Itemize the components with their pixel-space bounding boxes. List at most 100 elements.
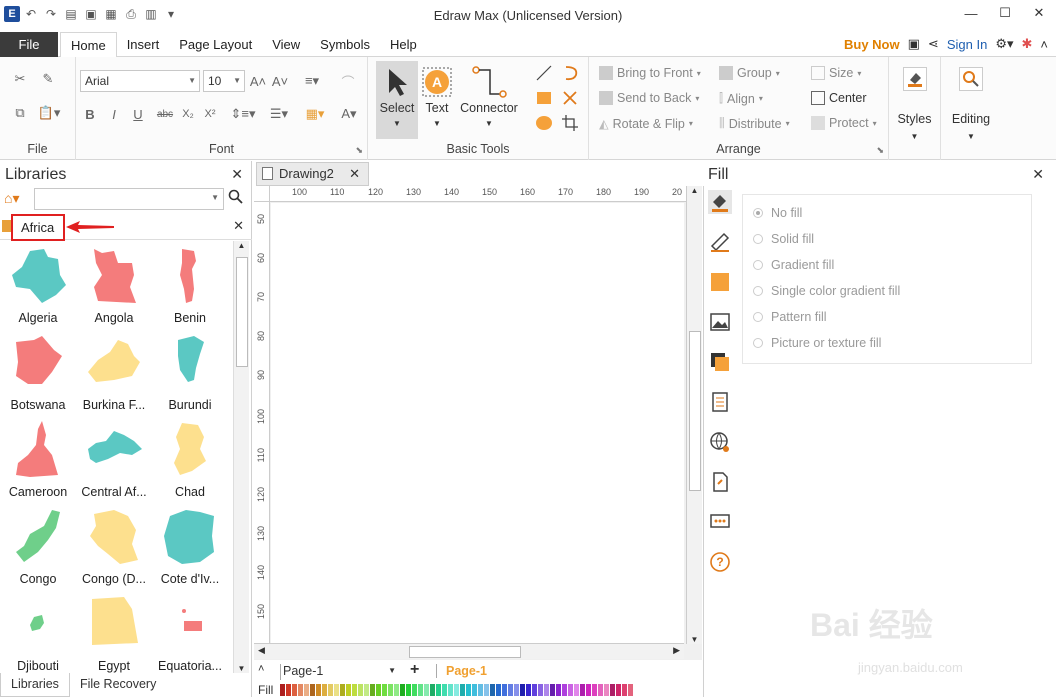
file-menu-button[interactable]: File	[0, 32, 58, 57]
theme-icon[interactable]: ✱	[1022, 36, 1033, 52]
color-swatch[interactable]	[286, 684, 291, 696]
color-swatch[interactable]	[544, 684, 549, 696]
scroll-up-icon[interactable]: ▲	[234, 241, 249, 250]
color-swatch[interactable]	[292, 684, 297, 696]
library-category-close-icon[interactable]: ✕	[233, 218, 244, 234]
canvas-horizontal-scrollbar[interactable]: ◀ ▶	[254, 643, 684, 659]
color-swatch[interactable]	[550, 684, 555, 696]
size-button[interactable]: Size ▾	[811, 66, 861, 80]
underline-icon[interactable]: U	[130, 104, 146, 124]
shape-cote-divoire[interactable]: Cote d'Iv...	[152, 502, 228, 589]
color-swatch[interactable]	[430, 684, 435, 696]
color-swatch[interactable]	[406, 684, 411, 696]
fill-option-picture[interactable]: Picture or texture fill	[753, 336, 881, 350]
color-swatch[interactable]	[472, 684, 477, 696]
tab-page-layout[interactable]: Page Layout	[169, 32, 262, 57]
color-swatch[interactable]	[580, 684, 585, 696]
align-icon[interactable]: ≡▾	[298, 71, 326, 91]
text-tool-button[interactable]: A Text ▼	[422, 61, 452, 139]
shape-botswana[interactable]: Botswana	[0, 328, 76, 415]
copy-icon[interactable]: ⧉	[10, 103, 30, 123]
font-size-select[interactable]: 10 ▼	[203, 70, 245, 92]
page-nav-up-icon[interactable]: ˄	[258, 663, 264, 675]
cart-icon[interactable]: ▣	[908, 36, 920, 52]
editing-group[interactable]: Editing ▼	[941, 57, 1001, 160]
fill-panel-close-icon[interactable]: ✕	[1032, 166, 1044, 183]
group-button[interactable]: Group ▾	[719, 66, 780, 80]
superscript-icon[interactable]: X²	[202, 104, 218, 124]
library-category-africa[interactable]: Africa	[11, 214, 65, 241]
tab-symbols[interactable]: Symbols	[310, 32, 380, 57]
sign-in-link[interactable]: Sign In	[947, 37, 987, 52]
color-swatch[interactable]	[280, 684, 285, 696]
canvas-scroll-left-icon[interactable]: ◀	[258, 645, 265, 656]
shape-cameroon[interactable]: Cameroon	[0, 415, 76, 502]
canvas-vscroll-thumb[interactable]	[689, 331, 701, 491]
libraries-close-icon[interactable]: ✕	[231, 166, 243, 183]
color-swatch[interactable]	[334, 684, 339, 696]
color-swatch[interactable]	[532, 684, 537, 696]
share-icon[interactable]: ⋖	[928, 36, 939, 52]
color-swatch[interactable]	[388, 684, 393, 696]
tab-help[interactable]: Help	[380, 32, 427, 57]
bullets-icon[interactable]: ☰▾	[264, 104, 294, 124]
color-swatch[interactable]	[346, 684, 351, 696]
tab-file-recovery[interactable]: File Recovery	[70, 673, 166, 697]
canvas-hscroll-thumb[interactable]	[409, 646, 521, 658]
color-swatch[interactable]	[370, 684, 375, 696]
shape-angola[interactable]: Angola	[76, 241, 152, 328]
color-swatch[interactable]	[340, 684, 345, 696]
tab-home[interactable]: Home	[60, 32, 117, 58]
canvas-scroll-right-icon[interactable]: ▶	[673, 645, 680, 656]
grow-font-icon[interactable]: A˄	[250, 71, 266, 91]
color-swatch[interactable]	[478, 684, 483, 696]
tab-libraries[interactable]: Libraries	[0, 673, 70, 697]
settings-gear-icon[interactable]: ⚙▾	[995, 36, 1013, 52]
library-search-input[interactable]: ▼	[34, 188, 224, 210]
shape-djibouti[interactable]: Djibouti	[0, 589, 76, 673]
color-swatch[interactable]	[310, 684, 315, 696]
color-swatch[interactable]	[562, 684, 567, 696]
shape-burkina-faso[interactable]: Burkina F...	[76, 328, 152, 415]
close-button[interactable]: ✕	[1022, 0, 1056, 26]
arrange-dialog-launcher-icon[interactable]: ⬊	[876, 145, 884, 156]
color-swatch[interactable]	[448, 684, 453, 696]
color-swatch[interactable]	[538, 684, 543, 696]
canvas-scroll-down-icon[interactable]: ▼	[687, 635, 702, 644]
color-swatch[interactable]	[364, 684, 369, 696]
canvas-vertical-scrollbar[interactable]: ▲ ▼	[686, 186, 702, 644]
rotate-flip-button[interactable]: ◭ Rotate & Flip ▾	[599, 116, 693, 132]
color-swatch[interactable]	[490, 684, 495, 696]
color-swatch[interactable]	[442, 684, 447, 696]
spacing-icon[interactable]: ⇕≡▾	[228, 104, 258, 124]
color-swatch[interactable]	[394, 684, 399, 696]
font-color-icon[interactable]: A▾	[336, 104, 362, 124]
text-highlight-icon[interactable]: ▦▾	[300, 104, 330, 124]
send-to-back-button[interactable]: Send to Back ▾	[599, 91, 699, 105]
color-swatch[interactable]	[382, 684, 387, 696]
fill-option-solid[interactable]: Solid fill	[753, 232, 814, 246]
protect-button[interactable]: Protect ▾	[811, 116, 877, 130]
document-tab[interactable]: Drawing2 ✕	[256, 162, 369, 186]
arc-tool-icon[interactable]	[560, 63, 580, 83]
color-swatch[interactable]	[604, 684, 609, 696]
library-category-row[interactable]: Africa ✕	[0, 214, 252, 241]
bring-to-front-button[interactable]: Bring to Front ▾	[599, 66, 701, 80]
color-swatch[interactable]	[616, 684, 621, 696]
color-swatch[interactable]	[436, 684, 441, 696]
font-name-select[interactable]: Arial ▼	[80, 70, 200, 92]
paste-icon[interactable]: 📋▾	[34, 103, 64, 123]
buy-now-link[interactable]: Buy Now	[844, 37, 900, 52]
color-swatch[interactable]	[328, 684, 333, 696]
color-swatch[interactable]	[622, 684, 627, 696]
tab-insert[interactable]: Insert	[117, 32, 170, 57]
align-button[interactable]: ⫿ Align ▾	[719, 91, 763, 106]
color-swatch[interactable]	[418, 684, 423, 696]
color-swatch[interactable]	[556, 684, 561, 696]
page-select[interactable]: Page-1 ▼	[280, 664, 398, 680]
library-scrollbar[interactable]: ▲ ▼	[233, 241, 249, 673]
format-painter-icon[interactable]: ✎	[38, 69, 58, 89]
page-tab[interactable]: Page-1	[446, 664, 487, 678]
shape-congo-drc[interactable]: Congo (D...	[76, 502, 152, 589]
scroll-down-icon[interactable]: ▼	[234, 664, 249, 673]
